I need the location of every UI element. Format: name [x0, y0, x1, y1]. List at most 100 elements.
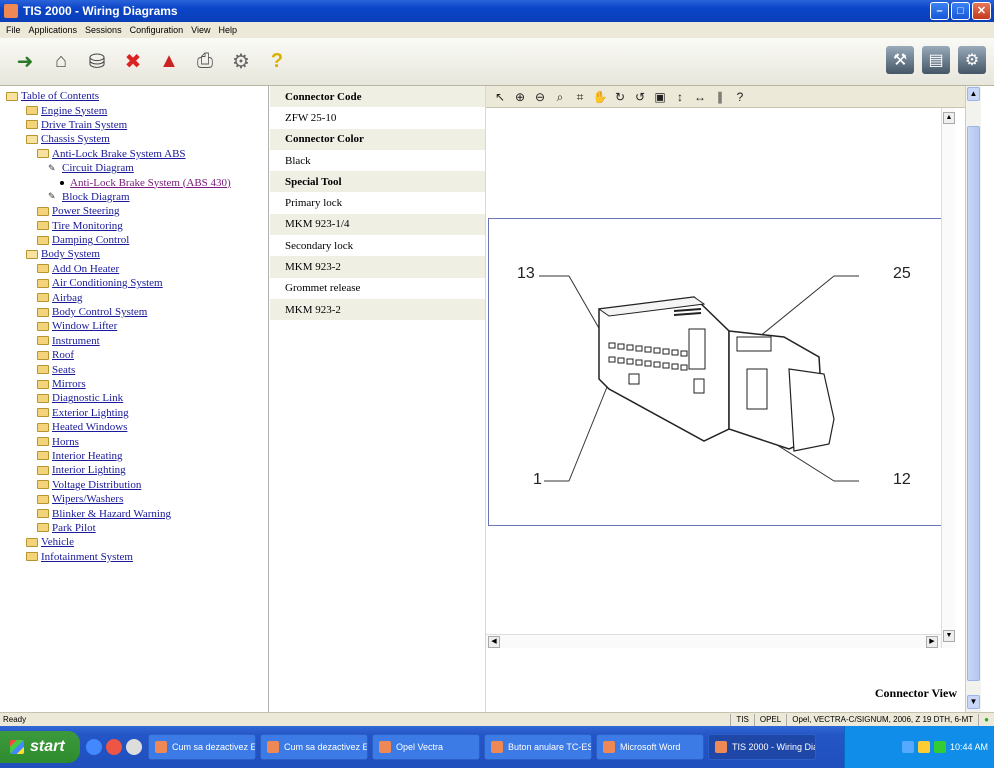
scroll-left-button[interactable]: ◀ [488, 636, 500, 648]
menu-item-applications[interactable]: Applications [29, 25, 78, 35]
home-icon[interactable]: ⌂ [48, 49, 74, 75]
tray-icon[interactable] [917, 741, 930, 753]
tree-item[interactable]: Airbag [0, 290, 268, 304]
minimize-button[interactable]: – [930, 2, 949, 20]
fit-height-icon[interactable]: ↕ [672, 89, 688, 105]
taskbar-button[interactable]: Opel Vectra [372, 734, 480, 760]
scroll-right-button[interactable]: ▶ [926, 636, 938, 648]
maximize-button[interactable]: □ [951, 2, 970, 20]
tree-item[interactable]: Window Lifter [0, 319, 268, 333]
start-button[interactable]: start [0, 731, 80, 763]
tree-item-label[interactable]: Anti-Lock Brake System (ABS 430) [70, 177, 231, 189]
page-scroll-thumb[interactable] [967, 126, 980, 681]
tree-item-label[interactable]: Exterior Lighting [52, 407, 129, 419]
tree-item[interactable]: Chassis System [0, 132, 268, 146]
pan-hand-icon[interactable]: ✋ [592, 89, 608, 105]
tree-item-label[interactable]: Vehicle [41, 536, 74, 548]
tree-item-label[interactable]: Block Diagram [62, 191, 130, 203]
tree-item-label[interactable]: Window Lifter [52, 320, 117, 332]
tree-item[interactable]: Heated Windows [0, 420, 268, 434]
tree-item[interactable]: Body System [0, 247, 268, 261]
help-icon[interactable]: ? [732, 89, 748, 105]
tree-item-label[interactable]: Blinker & Hazard Warning [52, 508, 171, 520]
tools-icon[interactable]: ⚙ [228, 49, 254, 75]
taskbar-button[interactable]: TIS 2000 - Wiring Dia... [708, 734, 816, 760]
tree-item[interactable]: Horns [0, 434, 268, 448]
scroll-down-button[interactable]: ▼ [943, 630, 955, 642]
tree-item-label[interactable]: Mirrors [52, 378, 86, 390]
document-icon[interactable]: ▤ [922, 46, 950, 74]
fit-page-icon[interactable]: ▣ [652, 89, 668, 105]
zoom-area-icon[interactable]: ⌕ [552, 89, 568, 105]
tree-item-label[interactable]: Chassis System [41, 133, 110, 145]
zoom-window-icon[interactable]: ⌗ [572, 89, 588, 105]
taskbar-button[interactable]: Microsoft Word [596, 734, 704, 760]
diagnostics-icon[interactable]: ⚒ [886, 46, 914, 74]
tree-item-label[interactable]: Horns [52, 436, 79, 448]
tree-item-label[interactable]: Power Steering [52, 205, 120, 217]
menu-item-configuration[interactable]: Configuration [130, 25, 184, 35]
tree-item-label[interactable]: Body Control System [52, 306, 147, 318]
tree-item-label[interactable]: Table of Contents [21, 90, 99, 102]
tree-item[interactable]: Anti-Lock Brake System (ABS 430) [0, 175, 268, 189]
tree-item[interactable]: Exterior Lighting [0, 406, 268, 420]
tree-item-label[interactable]: Damping Control [52, 234, 129, 246]
tree-item[interactable]: Instrument [0, 334, 268, 348]
diagram-horizontal-scrollbar[interactable]: ◀ ▶ [486, 634, 941, 648]
diagram-vertical-scrollbar[interactable]: ▲ ▼ [941, 108, 955, 648]
tree-item[interactable]: Damping Control [0, 233, 268, 247]
tree-item-label[interactable]: Tire Monitoring [52, 220, 123, 232]
tree-item-label[interactable]: Roof [52, 349, 74, 361]
tree-item[interactable]: Vehicle [0, 535, 268, 549]
tray-icon[interactable] [933, 741, 946, 753]
measure-icon[interactable]: ∥ [712, 89, 728, 105]
tree-item[interactable]: Anti-Lock Brake System ABS [0, 147, 268, 161]
tree-item-label[interactable]: Drive Train System [41, 119, 127, 131]
select-arrow-icon[interactable]: ↖ [492, 89, 508, 105]
tree-item-label[interactable]: Instrument [52, 335, 100, 347]
quick-launch-icon[interactable] [86, 739, 102, 755]
rotate-cw-icon[interactable]: ↻ [612, 89, 628, 105]
tree-item[interactable]: Interior Lighting [0, 463, 268, 477]
person-icon[interactable]: ▲ [156, 49, 182, 75]
menu-item-help[interactable]: Help [218, 25, 237, 35]
tree-item-label[interactable]: Air Conditioning System [52, 277, 163, 289]
tree-item-label[interactable]: Diagnostic Link [52, 392, 123, 404]
tree-item[interactable]: Tire Monitoring [0, 219, 268, 233]
car-icon[interactable]: ⛁ [84, 49, 110, 75]
tree-item[interactable]: Engine System [0, 103, 268, 117]
quick-launch-icon[interactable] [106, 739, 122, 755]
close-button[interactable]: ✕ [972, 2, 991, 20]
tree-item[interactable]: Add On Heater [0, 262, 268, 276]
tree-item[interactable]: Park Pilot [0, 521, 268, 535]
tree-item-label[interactable]: Interior Heating [52, 450, 123, 462]
tree-item[interactable]: Blinker & Hazard Warning [0, 506, 268, 520]
tree-item-label[interactable]: Infotainment System [41, 551, 133, 563]
tray-icon[interactable] [901, 741, 914, 753]
tree-item[interactable]: Diagnostic Link [0, 391, 268, 405]
taskbar-button[interactable]: Cum sa dezactivez ES... [260, 734, 368, 760]
tree-item[interactable]: Drive Train System [0, 118, 268, 132]
help-icon[interactable]: ? [264, 49, 290, 75]
taskbar-button[interactable]: Buton anulare TC-ES... [484, 734, 592, 760]
zoom-in-icon[interactable]: ⊕ [512, 89, 528, 105]
tree-item[interactable]: ✎ Block Diagram [0, 190, 268, 204]
tree-item[interactable]: Air Conditioning System [0, 276, 268, 290]
tree-item[interactable]: Body Control System [0, 305, 268, 319]
vehicle-tool-icon[interactable]: ⚙ [958, 46, 986, 74]
fit-width-icon[interactable]: ↔ [692, 89, 708, 105]
exit-icon[interactable]: ➜ [12, 49, 38, 75]
page-scroll-up-button[interactable]: ▲ [967, 87, 980, 101]
page-scroll-down-button[interactable]: ▼ [967, 695, 980, 709]
page-vertical-scrollbar[interactable]: ▲ ▼ [965, 86, 981, 712]
tree-item-label[interactable]: Airbag [52, 292, 83, 304]
tree-item-label[interactable]: Seats [52, 364, 75, 376]
menu-item-sessions[interactable]: Sessions [85, 25, 122, 35]
printer-icon[interactable]: ⎙ [192, 49, 218, 75]
rotate-ccw-icon[interactable]: ↺ [632, 89, 648, 105]
tree-item[interactable]: Power Steering [0, 204, 268, 218]
tree-item-label[interactable]: Engine System [41, 105, 107, 117]
tree-item-label[interactable]: Heated Windows [52, 421, 127, 433]
tree-item[interactable]: Roof [0, 348, 268, 362]
taskbar-button[interactable]: Cum sa dezactivez ES... [148, 734, 256, 760]
